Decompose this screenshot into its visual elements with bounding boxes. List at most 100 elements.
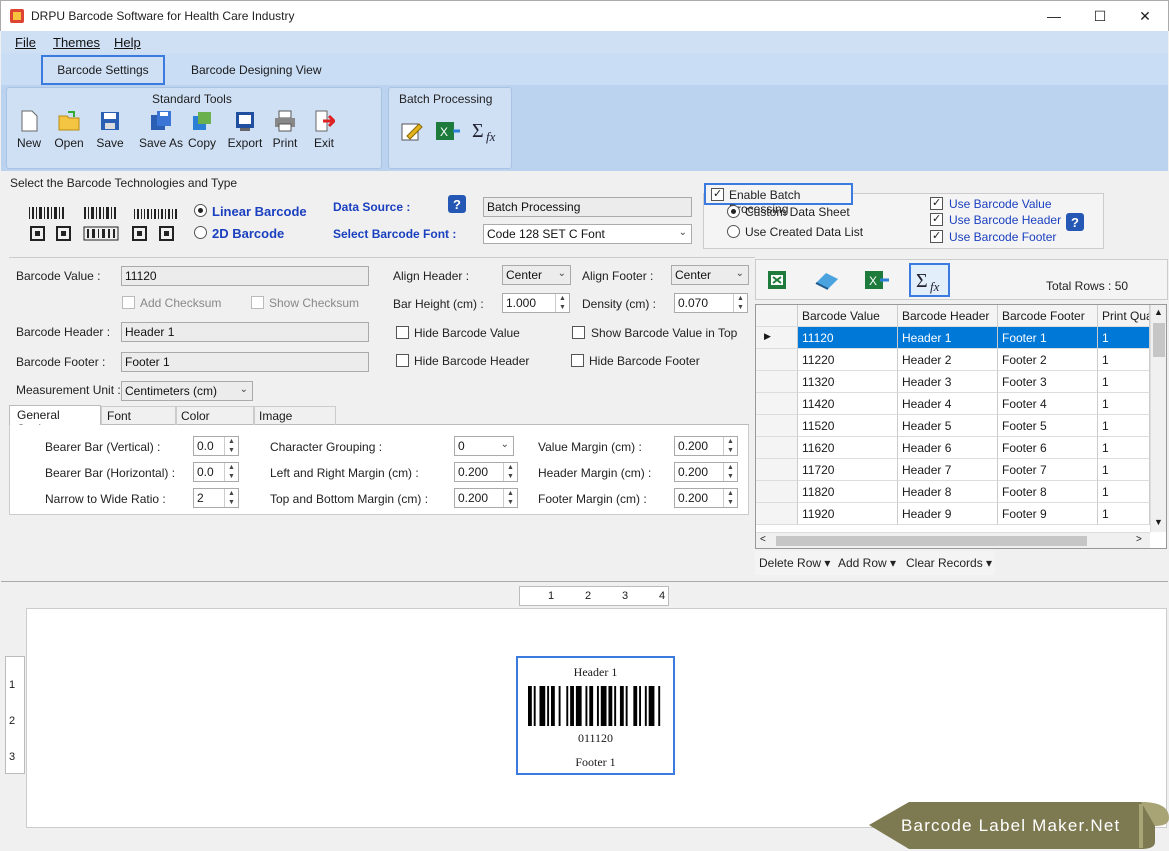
hscroll-thumb[interactable] — [776, 536, 1087, 546]
table-cell[interactable]: 11120 — [798, 327, 898, 349]
hide-value-checkbox[interactable] — [396, 326, 409, 339]
delete-row-button[interactable]: Delete Row ▾ — [759, 556, 830, 570]
header-margin-input[interactable]: 0.200 ▲ ▼ — [674, 462, 738, 482]
scroll-right-icon[interactable]: > — [1136, 534, 1142, 545]
tab-image-settings[interactable]: Image Settings — [254, 406, 336, 437]
align-footer-select[interactable]: Center ⌄ — [671, 265, 749, 285]
created-data-list-label[interactable]: Use Created Data List — [745, 225, 863, 239]
use-value-label[interactable]: Use Barcode Value — [949, 197, 1052, 211]
grid-row-header[interactable] — [756, 437, 798, 459]
export-data-icon[interactable] — [814, 269, 840, 291]
batch-help-icon[interactable]: ? — [1066, 213, 1084, 231]
hide-header-label[interactable]: Hide Barcode Header — [414, 354, 529, 368]
barcode-font-select[interactable]: Code 128 SET C Font ⌄ — [483, 224, 692, 244]
grid-column-header[interactable]: Barcode Value — [798, 305, 898, 327]
add-row-button[interactable]: Add Row ▾ — [838, 556, 896, 570]
grid-row-header[interactable]: ▶ — [756, 327, 798, 349]
align-header-select[interactable]: Center ⌄ — [502, 265, 571, 285]
barcode-label-preview[interactable]: Header 1 011120 Footer 1 — [516, 656, 675, 775]
spinner-arrows-icon[interactable]: ▲ ▼ — [733, 294, 747, 312]
table-cell[interactable]: 11220 — [798, 349, 898, 371]
ratio-input[interactable]: 2 ▲ ▼ — [193, 488, 239, 508]
menu-help[interactable]: Help — [114, 35, 141, 50]
maximize-button[interactable]: ☐ — [1077, 1, 1123, 32]
hide-header-checkbox[interactable] — [396, 354, 409, 367]
table-cell[interactable]: 1 — [1098, 327, 1150, 349]
table-cell[interactable]: Footer 6 — [998, 437, 1098, 459]
tab-color-settings[interactable]: Color Settings — [176, 406, 254, 437]
menu-file[interactable]: File — [15, 35, 36, 50]
enable-batch-wrap[interactable]: Enable Batch Processing — [704, 183, 853, 216]
grid-row-header[interactable] — [756, 503, 798, 525]
table-cell[interactable]: Header 2 — [898, 349, 998, 371]
table-cell[interactable]: Header 8 — [898, 481, 998, 503]
spinner-arrows-icon[interactable]: ▲ ▼ — [503, 463, 517, 481]
table-cell[interactable]: Header 7 — [898, 459, 998, 481]
print-button[interactable]: Print — [265, 110, 305, 160]
spinner-arrows-icon[interactable]: ▲ ▼ — [224, 437, 238, 455]
vertical-scrollbar[interactable]: ▲ ▼ — [1150, 305, 1166, 532]
spinner-arrows-icon[interactable]: ▲ ▼ — [723, 463, 737, 481]
table-cell[interactable]: 11620 — [798, 437, 898, 459]
table-cell[interactable]: Header 9 — [898, 503, 998, 525]
enable-batch-checkbox[interactable] — [711, 188, 724, 201]
clear-records-button[interactable]: Clear Records ▾ — [906, 556, 992, 570]
export-button[interactable]: Export — [225, 110, 265, 160]
table-cell[interactable]: Footer 9 — [998, 503, 1098, 525]
custom-data-sheet-label[interactable]: Custom Data Sheet — [745, 205, 850, 219]
table-cell[interactable]: Footer 5 — [998, 415, 1098, 437]
measurement-unit-select[interactable]: Centimeters (cm) ⌄ — [121, 381, 253, 401]
grid-row-header[interactable] — [756, 415, 798, 437]
scroll-down-icon[interactable]: ▼ — [1154, 517, 1163, 527]
table-cell[interactable]: 1 — [1098, 503, 1150, 525]
use-footer-label[interactable]: Use Barcode Footer — [949, 230, 1056, 244]
created-data-list-radio[interactable] — [727, 225, 740, 238]
close-button[interactable]: ✕ — [1122, 1, 1168, 32]
hide-footer-label[interactable]: Hide Barcode Footer — [589, 354, 700, 368]
open-button[interactable]: Open — [49, 110, 89, 160]
table-cell[interactable]: Footer 7 — [998, 459, 1098, 481]
table-cell[interactable]: 11320 — [798, 371, 898, 393]
table-cell[interactable]: 11520 — [798, 415, 898, 437]
copy-button[interactable]: Copy — [182, 110, 222, 160]
table-cell[interactable]: 1 — [1098, 459, 1150, 481]
grid-row-header[interactable] — [756, 481, 798, 503]
edit-pencil-icon[interactable] — [401, 120, 423, 142]
table-cell[interactable]: Footer 3 — [998, 371, 1098, 393]
table-cell[interactable]: Header 6 — [898, 437, 998, 459]
use-value-checkbox[interactable] — [930, 197, 943, 210]
grid-row-header[interactable] — [756, 371, 798, 393]
use-header-label[interactable]: Use Barcode Header — [949, 213, 1061, 227]
add-checksum-checkbox[interactable] — [122, 296, 135, 309]
save-as-button[interactable]: Save As — [137, 110, 185, 160]
bearer-vertical-input[interactable]: 0.0 ▲ ▼ — [193, 436, 239, 456]
excel-icon[interactable] — [766, 269, 788, 291]
scroll-up-icon[interactable]: ▲ — [1154, 307, 1163, 317]
value-margin-input[interactable]: 0.200 ▲ ▼ — [674, 436, 738, 456]
data-source-field[interactable]: Batch Processing — [483, 197, 692, 217]
table-cell[interactable]: Footer 2 — [998, 349, 1098, 371]
grid-row-header[interactable] — [756, 349, 798, 371]
barcode-header-input[interactable]: Header 1 — [121, 322, 369, 342]
spinner-arrows-icon[interactable]: ▲ ▼ — [224, 463, 238, 481]
table-cell[interactable]: 11820 — [798, 481, 898, 503]
batch-data-grid[interactable]: Barcode Value Barcode Header Barcode Foote… — [755, 304, 1167, 549]
formula-button[interactable]: Σfx — [909, 263, 950, 297]
tab-font-settings[interactable]: Font Settings — [101, 406, 176, 437]
footer-margin-input[interactable]: 0.200 ▲ ▼ — [674, 488, 738, 508]
linear-barcode-radio[interactable] — [194, 204, 207, 217]
table-cell[interactable]: Header 4 — [898, 393, 998, 415]
grid-row-header[interactable] — [756, 393, 798, 415]
horizontal-scrollbar[interactable]: < > — [756, 532, 1150, 548]
spinner-arrows-icon[interactable]: ▲ ▼ — [555, 294, 569, 312]
excel-import-icon[interactable]: X — [435, 120, 461, 142]
table-cell[interactable]: 1 — [1098, 415, 1150, 437]
grid-column-header[interactable]: Barcode Header — [898, 305, 998, 327]
bearer-horizontal-input[interactable]: 0.0 ▲ ▼ — [193, 462, 239, 482]
scroll-left-icon[interactable]: < — [760, 534, 766, 545]
table-cell[interactable]: Header 5 — [898, 415, 998, 437]
table-cell[interactable]: 11720 — [798, 459, 898, 481]
barcode-footer-input[interactable]: Footer 1 — [121, 352, 369, 372]
show-value-top-checkbox[interactable] — [572, 326, 585, 339]
excel-export-icon[interactable]: X — [864, 269, 890, 291]
